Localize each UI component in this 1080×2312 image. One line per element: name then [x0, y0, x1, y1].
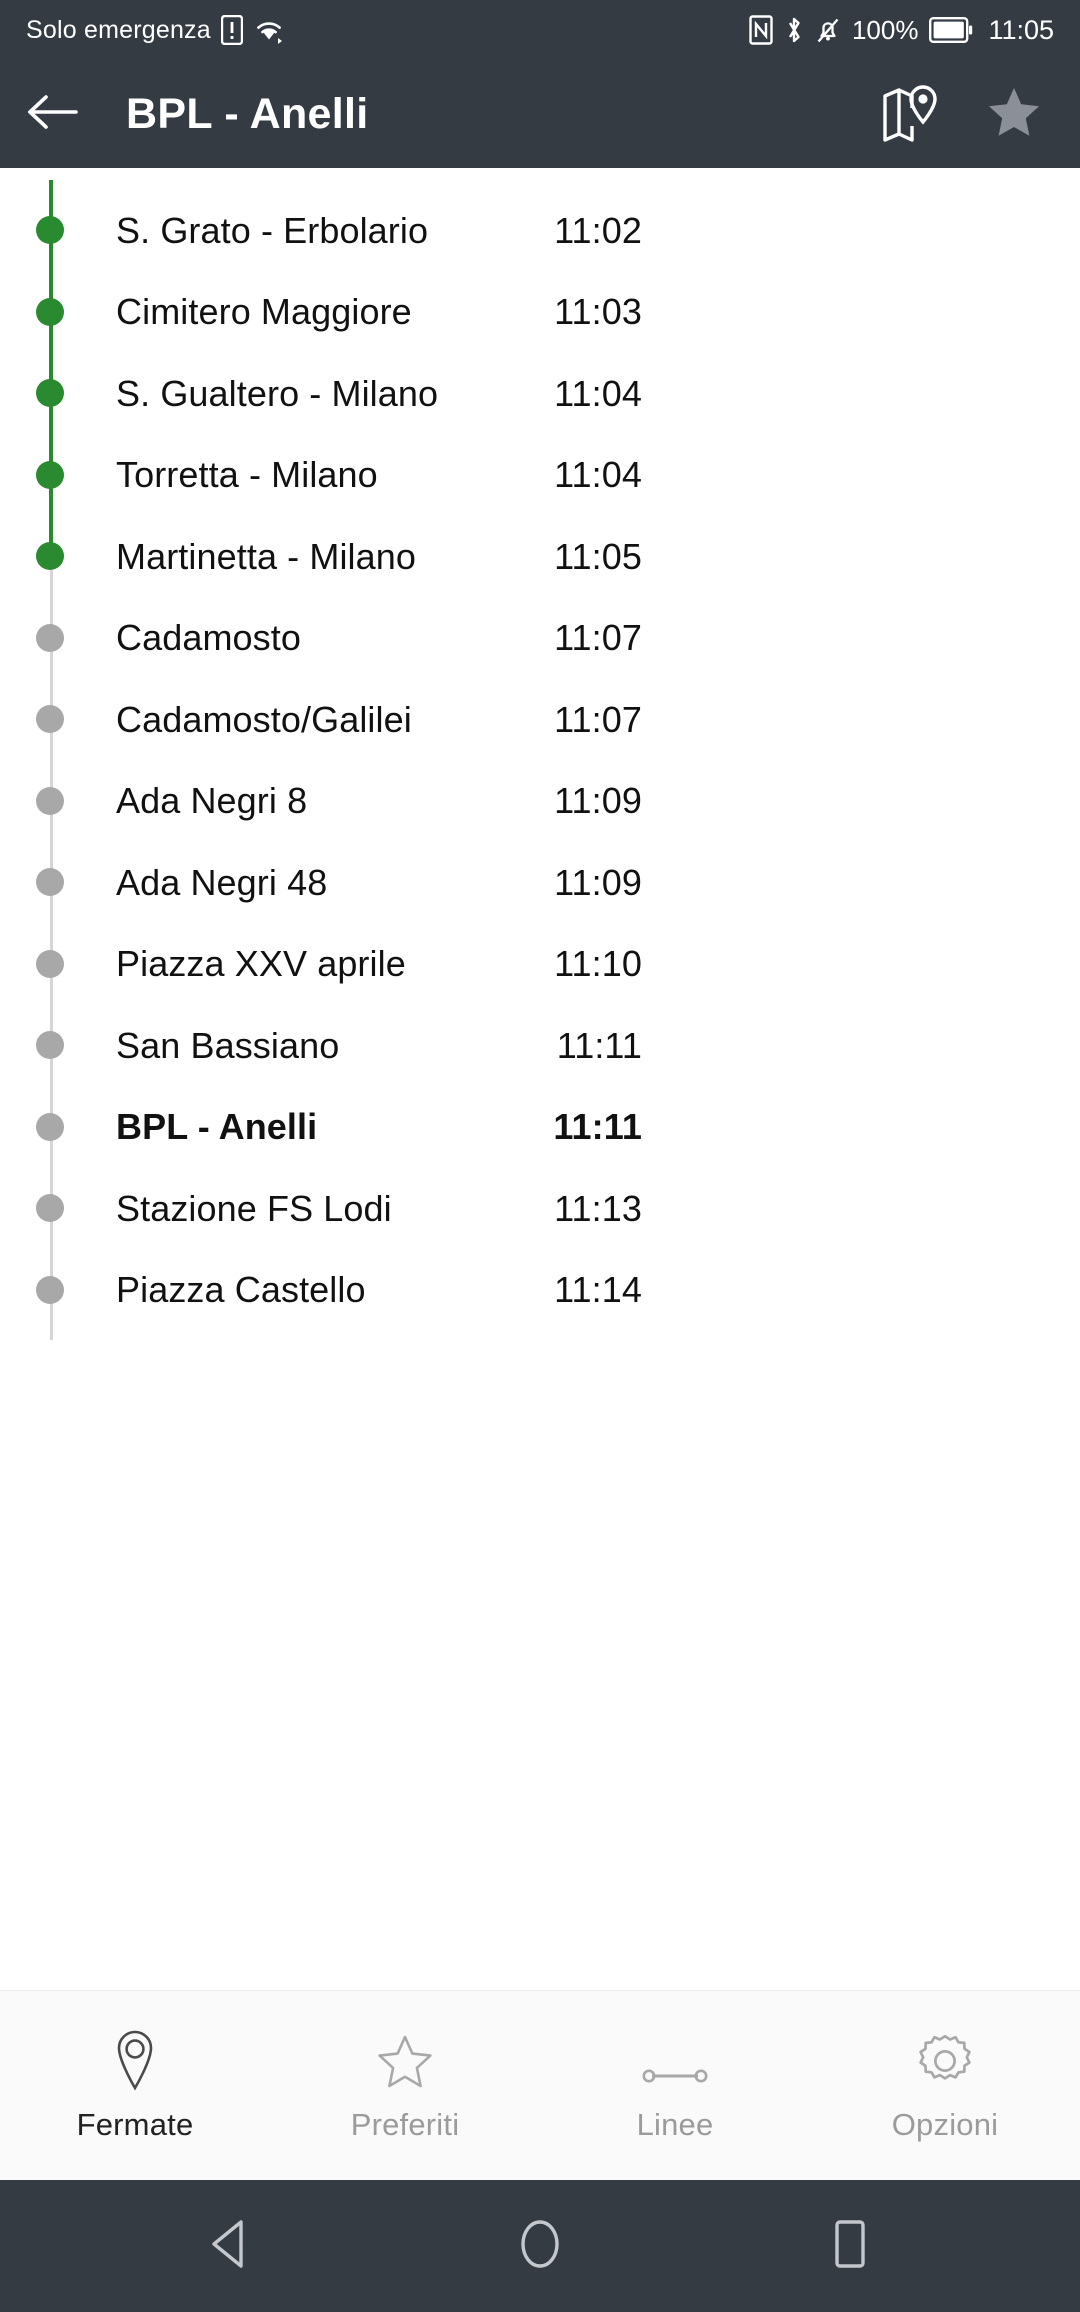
stop-name: BPL - Anelli [116, 1106, 318, 1148]
stop-row[interactable]: BPL - Anelli 11:11 [0, 1087, 1080, 1169]
stop-dot-pending [36, 949, 64, 978]
sim-alert-icon [220, 15, 243, 45]
arrow-left-icon [26, 90, 78, 139]
star-filled-icon [987, 86, 1041, 143]
stop-name: Cadamosto [116, 617, 301, 659]
stop-name: Ada Negri 8 [116, 780, 308, 822]
star-outline-icon [376, 2029, 434, 2091]
stop-dot-pending [36, 1194, 64, 1222]
stop-row[interactable]: S. Gualtero - Milano 11:04 [0, 353, 1080, 435]
stop-dot-passed [36, 297, 64, 326]
stop-time: 11:11 [553, 1106, 642, 1148]
carrier-label: Solo emergenza [26, 15, 211, 44]
stop-dot-passed [36, 379, 64, 407]
stop-time: 11:07 [554, 698, 642, 740]
stop-row[interactable]: Martinetta - Milano 11:05 [0, 516, 1080, 598]
nfc-icon [749, 15, 773, 45]
stop-name: Piazza XXV aprile [116, 943, 406, 985]
stop-time: 11:02 [554, 209, 642, 251]
map-button[interactable] [858, 60, 962, 168]
triangle-back-icon [208, 2218, 252, 2275]
status-bar-left: Solo emergenza [26, 15, 285, 45]
stop-dot-passed [36, 460, 64, 489]
stop-name: Cadamosto/Galilei [116, 698, 412, 740]
stop-dot-pending [36, 623, 64, 652]
stop-dot-passed [36, 216, 64, 244]
stop-time: 11:04 [554, 372, 642, 414]
stop-row[interactable]: Piazza Castello 11:14 [0, 1250, 1080, 1332]
map-pin-icon [110, 2029, 160, 2091]
android-back-button[interactable] [184, 2200, 276, 2292]
stop-name: Torretta - Milano [116, 454, 378, 496]
stops-list[interactable]: S. Grato - Erbolario 11:02 Cimitero Maggio… [0, 168, 1080, 1990]
stop-row[interactable]: S. Grato - Erbolario 11:02 [0, 190, 1080, 272]
page-title: BPL - Anelli [126, 89, 369, 138]
favorite-button[interactable] [962, 60, 1066, 168]
square-recents-icon [829, 2218, 871, 2275]
stop-time: 11:04 [554, 454, 642, 496]
stop-row[interactable]: Cadamosto/Galilei 11:07 [0, 679, 1080, 761]
stop-name: S. Gualtero - Milano [116, 372, 439, 414]
android-home-button[interactable] [494, 2200, 586, 2292]
app-bar: BPL - Anelli [0, 60, 1080, 168]
gear-icon [915, 2029, 975, 2091]
stop-row[interactable]: Cadamosto 11:07 [0, 598, 1080, 680]
stop-name: Piazza Castello [116, 1269, 366, 1311]
stop-time: 11:07 [554, 617, 642, 659]
stop-time: 11:10 [554, 943, 642, 985]
stop-name: Stazione FS Lodi [116, 1187, 392, 1229]
nav-label-linee: Linee [636, 2106, 714, 2142]
stop-row[interactable]: Stazione FS Lodi 11:13 [0, 1168, 1080, 1250]
nav-label-opzioni: Opzioni [891, 2106, 999, 2142]
stop-time: 11:03 [554, 291, 642, 333]
line-route-icon [640, 2029, 710, 2091]
stop-row[interactable]: Ada Negri 48 11:09 [0, 842, 1080, 924]
stop-time: 11:09 [554, 780, 642, 822]
stop-dot-pending [36, 705, 64, 733]
nav-label-fermate: Fermate [76, 2106, 194, 2142]
wifi-icon [253, 16, 285, 44]
nav-item-linee[interactable]: Linee [540, 1991, 810, 2181]
stop-dot-passed [36, 542, 64, 570]
nav-item-opzioni[interactable]: Opzioni [810, 1991, 1080, 2181]
android-recents-button[interactable] [804, 2200, 896, 2292]
bluetooth-icon [784, 15, 804, 45]
stop-name: S. Grato - Erbolario [116, 209, 429, 251]
stop-dot-pending [36, 786, 64, 815]
nav-label-preferiti: Preferiti [350, 2106, 460, 2142]
stop-name: Cimitero Maggiore [116, 291, 412, 333]
stop-dot-pending [36, 868, 64, 896]
stop-dot-pending [36, 1112, 64, 1141]
stop-row[interactable]: Ada Negri 8 11:09 [0, 761, 1080, 843]
stop-name: Ada Negri 48 [116, 861, 328, 903]
stop-time: 11:13 [554, 1187, 642, 1229]
stop-row[interactable]: Cimitero Maggiore 11:03 [0, 272, 1080, 354]
android-navigation-bar [0, 2180, 1080, 2312]
stop-name: Martinetta - Milano [116, 535, 417, 577]
map-pin-icon [881, 82, 939, 147]
stop-dot-pending [36, 1275, 64, 1304]
status-bar-right: 100% 11:05 [749, 15, 1054, 46]
back-button[interactable] [0, 60, 104, 168]
nav-item-fermate[interactable]: Fermate [0, 1991, 270, 2181]
stop-time: 11:14 [554, 1269, 642, 1311]
stop-time: 11:09 [554, 861, 642, 903]
stop-dot-pending [36, 1031, 64, 1059]
status-bar: Solo emergenza 100% 11:05 [0, 0, 1080, 60]
battery-percent-label: 100% [851, 14, 919, 45]
bottom-navigation: Fermate Preferiti Linee Opzioni [0, 1990, 1080, 2180]
stop-time: 11:05 [554, 535, 642, 577]
nav-item-preferiti[interactable]: Preferiti [270, 1991, 540, 2181]
stop-row[interactable]: Piazza XXV aprile 11:10 [0, 924, 1080, 1006]
stop-row[interactable]: San Bassiano 11:11 [0, 1005, 1080, 1087]
phone-screen: Solo emergenza 100% 11:05 BPL - Anelli S… [0, 0, 1080, 2312]
stop-time: 11:11 [556, 1024, 642, 1066]
status-clock: 11:05 [988, 14, 1054, 45]
bell-muted-icon [815, 15, 841, 45]
stop-name: San Bassiano [116, 1024, 340, 1066]
circle-home-icon [515, 2217, 565, 2276]
stop-row[interactable]: Torretta - Milano 11:04 [0, 435, 1080, 517]
battery-full-icon [929, 17, 973, 43]
